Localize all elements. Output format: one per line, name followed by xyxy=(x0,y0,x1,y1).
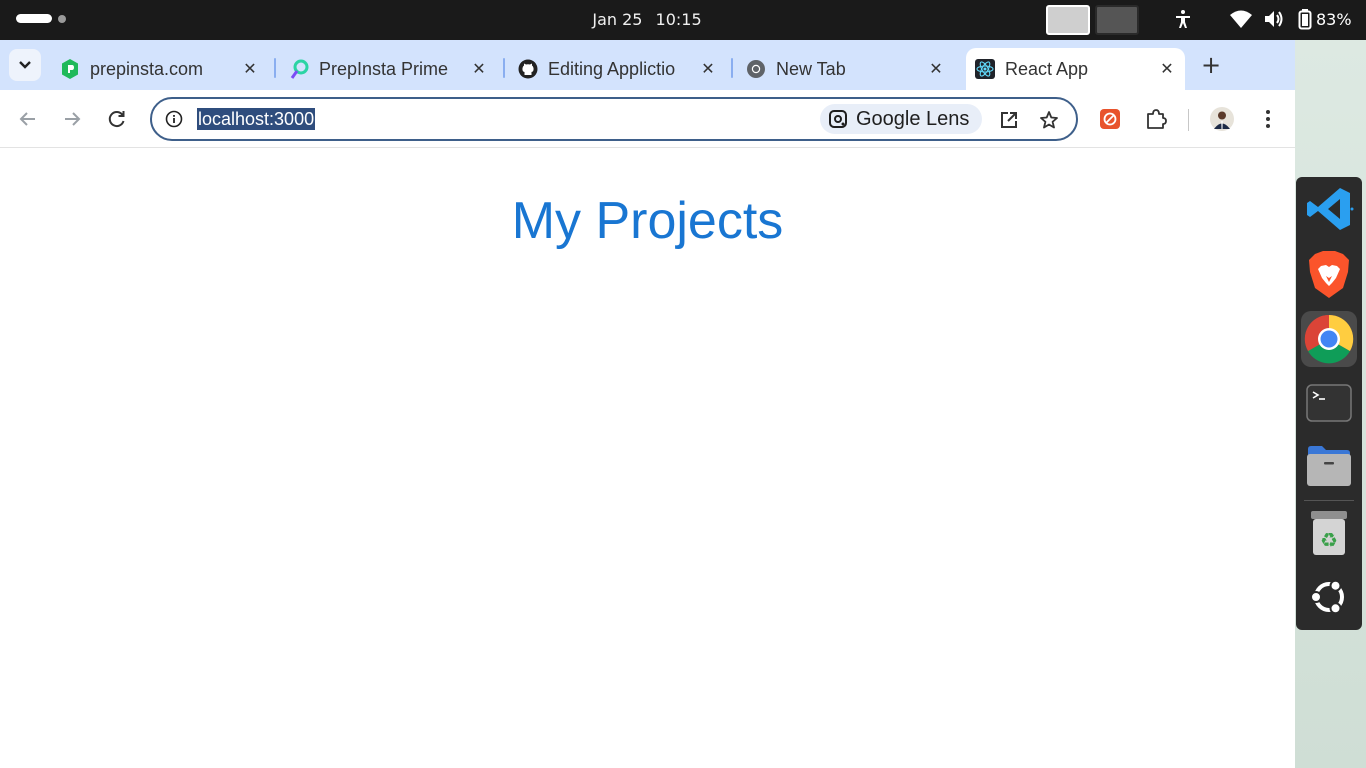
tab-title: PrepInsta Prime xyxy=(319,58,449,79)
github-favicon xyxy=(518,59,538,79)
google-lens-label: Google Lens xyxy=(856,107,970,130)
battery-indicator[interactable]: 83% xyxy=(1298,8,1352,30)
close-icon[interactable]: ✕ xyxy=(469,59,489,79)
tab-github-editing[interactable]: Editing Applictio ✕ xyxy=(512,48,726,90)
page-content: My Projects xyxy=(0,149,1295,768)
tab-prepinsta[interactable]: prepinsta.com ✕ xyxy=(54,48,268,90)
profile-avatar[interactable] xyxy=(1210,107,1234,131)
forward-button[interactable] xyxy=(57,104,87,134)
battery-percentage: 83% xyxy=(1316,9,1352,29)
page-title: My Projects xyxy=(511,192,784,250)
tab-title: React App xyxy=(1005,58,1089,79)
chevron-down-icon xyxy=(19,61,31,69)
clock-date: Jan 25 xyxy=(592,10,643,29)
close-icon[interactable]: ✕ xyxy=(240,59,260,79)
close-icon[interactable]: ✕ xyxy=(1157,59,1177,79)
google-lens-icon xyxy=(829,110,847,128)
prepinsta-favicon xyxy=(60,59,80,79)
clock-time: 10:15 xyxy=(655,10,702,29)
tab-new-tab[interactable]: New Tab ✕ xyxy=(740,48,954,90)
svg-text:♻: ♻ xyxy=(1320,528,1338,552)
brave-icon[interactable] xyxy=(1301,247,1357,303)
tab-separator xyxy=(503,58,505,78)
ubuntu-dock: ♻ xyxy=(1296,177,1362,630)
chrome-icon[interactable] xyxy=(1301,311,1357,367)
extension-blocker-icon[interactable] xyxy=(1098,107,1122,131)
arrow-left-icon xyxy=(19,112,35,126)
toolbar-divider xyxy=(1188,109,1189,131)
volume-icon[interactable] xyxy=(1263,8,1285,30)
url-text[interactable]: localhost:3000 xyxy=(197,108,316,130)
address-bar[interactable]: localhost:3000 Google Lens xyxy=(150,97,1078,141)
files-icon[interactable] xyxy=(1301,438,1357,494)
site-info-icon[interactable] xyxy=(164,109,184,129)
prepinsta-prime-favicon xyxy=(289,59,309,79)
terminal-icon[interactable] xyxy=(1301,375,1357,431)
new-tab-button[interactable]: + xyxy=(1196,50,1226,80)
tab-separator xyxy=(274,58,276,78)
bookmark-star-icon[interactable] xyxy=(1038,109,1060,131)
chrome-browser-window: prepinsta.com ✕ PrepInsta Prime ✕ Editin… xyxy=(0,40,1295,768)
extensions-puzzle-icon[interactable] xyxy=(1144,107,1168,131)
vscode-icon[interactable] xyxy=(1301,181,1357,237)
chrome-favicon xyxy=(746,59,766,79)
tab-search-button[interactable] xyxy=(9,49,41,81)
dock-separator xyxy=(1304,500,1354,501)
reload-icon xyxy=(108,111,125,128)
trash-icon[interactable]: ♻ xyxy=(1301,505,1357,561)
browser-toolbar: localhost:3000 Google Lens xyxy=(0,90,1295,148)
ubuntu-show-apps-icon[interactable] xyxy=(1301,569,1357,625)
reload-button[interactable] xyxy=(102,104,132,134)
react-favicon xyxy=(975,59,995,79)
tab-title: Editing Applictio xyxy=(548,58,676,79)
more-menu-icon[interactable] xyxy=(1256,107,1280,131)
google-lens-button[interactable]: Google Lens xyxy=(820,104,983,134)
wifi-icon[interactable] xyxy=(1229,8,1253,30)
workspace-thumbnail-1[interactable] xyxy=(1046,5,1090,35)
tab-react-app[interactable]: React App ✕ xyxy=(966,48,1185,90)
accessibility-icon[interactable] xyxy=(1172,8,1194,30)
battery-icon xyxy=(1298,9,1312,30)
system-top-bar: Jan 25 10:15 83% xyxy=(0,0,1366,40)
tab-strip: prepinsta.com ✕ PrepInsta Prime ✕ Editin… xyxy=(0,40,1295,90)
tab-prepinsta-prime[interactable]: PrepInsta Prime ✕ xyxy=(283,48,497,90)
workspace-thumbnail-2[interactable] xyxy=(1095,5,1139,35)
close-icon[interactable]: ✕ xyxy=(926,59,946,79)
tab-title: prepinsta.com xyxy=(90,58,204,79)
back-button[interactable] xyxy=(13,104,43,134)
arrow-right-icon xyxy=(65,112,81,126)
close-icon[interactable]: ✕ xyxy=(698,59,718,79)
tab-separator xyxy=(731,58,733,78)
tab-title: New Tab xyxy=(776,58,846,79)
open-in-app-icon[interactable] xyxy=(998,109,1020,131)
